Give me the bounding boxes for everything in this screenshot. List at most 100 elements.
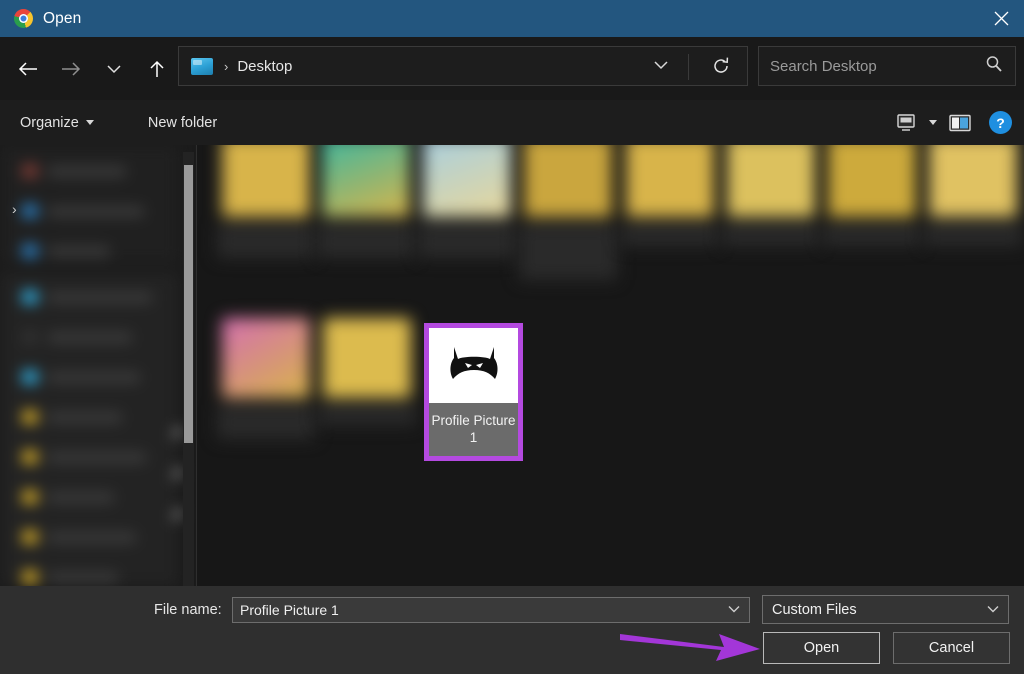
file-label [317, 224, 415, 258]
folder-icon [22, 244, 38, 258]
help-button[interactable]: ? [989, 111, 1012, 134]
file-label [519, 224, 617, 280]
list-item[interactable] [418, 145, 516, 258]
file-name-dropdown-button[interactable] [727, 601, 741, 619]
file-thumbnail [222, 318, 310, 398]
search-icon [985, 55, 1003, 78]
view-options-button[interactable] [891, 108, 921, 138]
search-box[interactable]: Search Desktop [758, 46, 1016, 86]
folder-icon [22, 570, 38, 584]
pin-icon[interactable] [170, 467, 184, 481]
list-item[interactable] [722, 145, 820, 246]
file-thumbnail [524, 145, 612, 217]
file-label [823, 224, 921, 246]
file-label [217, 405, 315, 439]
search-input[interactable]: Search Desktop [770, 58, 985, 75]
preview-pane-button[interactable] [945, 108, 975, 138]
file-thumbnail [322, 145, 410, 217]
folder-icon [22, 410, 38, 424]
list-item[interactable] [317, 145, 415, 258]
open-button[interactable]: Open [763, 632, 880, 664]
up-arrow-icon [149, 60, 164, 77]
command-bar: Organize New folder ? [0, 100, 1024, 145]
sidebar-item-label [48, 491, 114, 503]
refresh-button[interactable] [711, 56, 731, 81]
sidebar-item-label [48, 331, 132, 343]
file-name-input[interactable]: Profile Picture 1 [232, 597, 750, 623]
file-name-label: File name: [154, 602, 222, 618]
pin-icon[interactable] [170, 508, 184, 522]
file-label [924, 224, 1022, 246]
file-label [418, 224, 516, 258]
view-caret-down-icon[interactable] [929, 120, 937, 125]
sidebar-item[interactable] [0, 317, 178, 357]
sidebar-item[interactable] [0, 231, 178, 271]
organize-button[interactable]: Organize [20, 115, 94, 131]
sidebar-item-group-b[interactable] [0, 277, 178, 586]
pin-icon[interactable] [170, 426, 184, 440]
navigation-sidebar[interactable]: › [0, 145, 196, 586]
back-button[interactable] [6, 49, 49, 89]
desktop-icon [191, 57, 213, 75]
address-divider [688, 54, 689, 80]
sidebar-item[interactable] [0, 357, 178, 397]
selected-file-name: Profile Picture 1 [429, 403, 518, 456]
sidebar-item[interactable] [0, 477, 178, 517]
address-bar[interactable]: › Desktop [178, 46, 748, 86]
file-type-select[interactable]: Custom Files [762, 595, 1009, 624]
sidebar-item[interactable] [0, 397, 178, 437]
folder-icon [22, 330, 38, 344]
folder-icon [22, 204, 38, 218]
list-item[interactable] [519, 145, 617, 280]
recent-locations-button[interactable] [92, 49, 135, 89]
view-options-icon [897, 113, 915, 131]
folder-icon [22, 290, 38, 304]
sidebar-item-group-a[interactable] [0, 151, 178, 271]
list-item[interactable] [318, 318, 416, 425]
sidebar-item-label [48, 291, 152, 303]
breadcrumb-desktop[interactable]: Desktop [237, 58, 292, 75]
list-item[interactable] [217, 318, 315, 439]
selected-file-tile[interactable]: Profile Picture 1 [424, 323, 523, 461]
folder-icon [22, 164, 38, 178]
close-button[interactable] [978, 0, 1024, 37]
sidebar-item-label [48, 571, 118, 583]
sidebar-item[interactable] [0, 557, 178, 586]
sidebar-item[interactable] [0, 277, 178, 317]
new-folder-button[interactable]: New folder [148, 115, 217, 131]
file-thumbnail [222, 145, 310, 217]
list-item[interactable] [823, 145, 921, 246]
sidebar-item[interactable] [0, 437, 178, 477]
list-item[interactable] [621, 145, 719, 246]
chevron-right-icon[interactable]: › [12, 201, 17, 217]
selected-file-inner: Profile Picture 1 [429, 328, 518, 456]
folder-icon [22, 450, 38, 464]
breadcrumb-separator: › [224, 58, 229, 74]
file-list[interactable] [197, 145, 1024, 586]
sidebar-scrollbar-thumb[interactable] [184, 165, 193, 443]
file-type-value: Custom Files [772, 601, 857, 618]
sidebar-item[interactable] [0, 517, 178, 557]
refresh-icon [714, 57, 729, 73]
chevron-down-icon [654, 61, 668, 70]
sidebar-item-label [48, 451, 146, 463]
file-thumbnail [626, 145, 714, 217]
forward-button[interactable] [49, 49, 92, 89]
sidebar-item-label [48, 245, 110, 257]
window-title: Open [43, 9, 82, 27]
list-item[interactable] [924, 145, 1022, 246]
file-label [217, 224, 315, 258]
sidebar-item-label [48, 205, 144, 217]
sidebar-item[interactable] [0, 151, 178, 191]
list-item[interactable] [217, 145, 315, 258]
chevron-down-icon [728, 606, 740, 613]
sidebar-item[interactable] [0, 191, 178, 231]
cancel-button[interactable]: Cancel [893, 632, 1010, 664]
file-type-dropdown-button[interactable] [986, 601, 1000, 619]
address-dropdown-button[interactable] [653, 58, 669, 76]
title-bar: Open [0, 0, 1024, 37]
file-name-value[interactable]: Profile Picture 1 [240, 602, 727, 618]
help-label: ? [996, 114, 1005, 131]
file-thumbnail [429, 328, 518, 403]
up-button[interactable] [135, 49, 178, 89]
